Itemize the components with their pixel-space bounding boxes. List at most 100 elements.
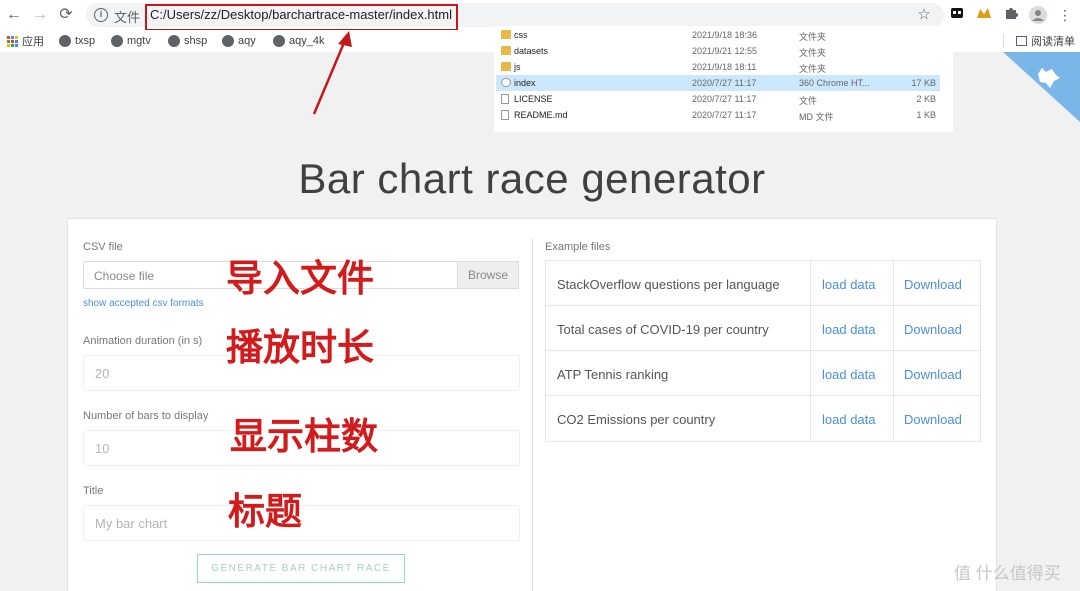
file-type: 文件 [799,96,818,106]
file-size: 2 KB [916,94,936,104]
title-placeholder: My bar chart [95,516,168,531]
download-link[interactable]: Download [893,261,980,305]
file-type: 文件夹 [799,32,827,42]
file-size: 1 KB [916,110,936,120]
file-date: 2020/7/27 11:17 [692,94,757,104]
reading-list-icon [1016,36,1027,46]
bookmark-shsp[interactable]: shsp [168,34,207,48]
profile-avatar-icon[interactable] [1029,6,1047,24]
bars-count-label: Number of bars to display [83,410,209,422]
folder-icon [501,62,511,71]
page-title: Bar chart race generator [298,155,766,202]
globe-icon [222,35,234,47]
bookmark-star-icon[interactable]: ☆ [915,6,933,24]
bookmark-aqy[interactable]: aqy [222,34,256,48]
file-row-readme[interactable]: README.md 2020/7/27 11:17 MD 文件 1 KB [496,107,940,123]
annotation-import-file: 导入文件 [226,256,374,300]
table-row: CO2 Emissions per country load data Down… [546,396,980,441]
apps-grid-icon [7,35,18,47]
download-link[interactable]: Download [893,306,980,350]
example-name: StackOverflow questions per language [557,277,780,292]
example-name: ATP Tennis ranking [557,367,669,382]
file-size: 17 KB [911,78,936,88]
duration-value: 20 [95,366,110,381]
file-row-css[interactable]: css 2021/9/18 18:36 文件夹 [496,27,940,43]
csv-formats-link[interactable]: show accepted csv formats [83,298,204,309]
red-arrow-annotation [312,31,352,115]
column-divider [532,238,533,591]
load-data-link[interactable]: load data [810,261,893,305]
file-type: MD 文件 [799,112,834,122]
extension-2-icon[interactable] [975,6,993,24]
reading-list[interactable]: 阅读清单 [1003,34,1075,48]
load-data-link[interactable]: load data [810,396,893,440]
table-row: Total cases of COVID-19 per country load… [546,306,980,351]
annotation-title: 标题 [228,489,302,533]
watermark: 值 什么值得买 [954,564,1061,583]
reload-icon[interactable]: ⟳ [56,5,76,25]
back-icon[interactable]: ← [4,5,24,25]
browser-menu-icon[interactable]: ⋮ [1056,6,1074,24]
table-row: StackOverflow questions per language loa… [546,261,980,306]
file-type: 文件夹 [799,48,827,58]
table-row: ATP Tennis ranking load data Download [546,351,980,396]
example-name: CO2 Emissions per country [557,412,716,427]
bookmark-label: txsp [75,35,96,47]
download-link[interactable]: Download [893,396,980,440]
csv-file-placeholder: Choose file [94,269,155,283]
file-name: README.md [514,110,568,120]
example-files-table: StackOverflow questions per language loa… [545,260,981,442]
globe-icon [273,35,285,47]
globe-icon [111,35,123,47]
file-explorer-panel: css 2021/9/18 18:36 文件夹 datasets 2021/9/… [494,26,953,132]
load-data-link[interactable]: load data [810,351,893,395]
github-octocat-icon[interactable] [1034,64,1062,90]
load-data-link[interactable]: load data [810,306,893,350]
download-link[interactable]: Download [893,351,980,395]
reading-list-label: 阅读清单 [1031,36,1075,48]
file-date: 2020/7/27 11:17 [692,78,757,88]
folder-icon [501,46,511,55]
example-files-label: Example files [545,241,611,253]
file-row-js[interactable]: js 2021/9/18 18:11 文件夹 [496,59,940,75]
bookmark-mgtv[interactable]: mgtv [111,34,151,48]
annotation-duration: 播放时长 [226,325,374,369]
file-row-datasets[interactable]: datasets 2021/9/21 12:55 文件夹 [496,43,940,59]
generate-button[interactable]: GENERATE BAR CHART RACE [197,554,405,583]
file-name: js [514,62,521,72]
bookmark-label: shsp [184,35,208,47]
info-icon[interactable]: i [94,8,108,22]
bookmark-txsp[interactable]: txsp [59,34,95,48]
globe-icon [168,35,180,47]
file-type: 文件夹 [799,64,827,74]
file-row-license[interactable]: LICENSE 2020/7/27 11:17 文件 2 KB [496,91,940,107]
file-row-index[interactable]: index 2020/7/27 11:17 360 Chrome HT... 1… [496,75,940,91]
extensions-puzzle-icon[interactable] [1002,6,1020,24]
bookmark-label: mgtv [127,35,151,47]
file-icon [501,110,509,120]
globe-icon [59,35,71,47]
extension-1-icon[interactable] [948,6,966,24]
bars-count-value: 10 [95,441,110,456]
bookmark-label: 应用 [22,36,44,48]
example-name: Total cases of COVID-19 per country [557,322,769,337]
file-icon [501,94,509,104]
file-type: 360 Chrome HT... [799,78,870,88]
file-name: datasets [514,46,549,56]
file-date: 2021/9/18 18:11 [692,62,757,72]
file-name: index [514,78,536,88]
title-label: Title [83,485,104,497]
file-date: 2021/9/21 12:55 [692,46,758,56]
forward-icon[interactable]: → [30,5,50,25]
file-name: LICENSE [514,94,553,104]
file-date: 2021/9/18 18:36 [692,30,758,40]
browse-button[interactable]: Browse [457,261,519,289]
duration-label: Animation duration (in s) [83,335,203,347]
annotation-bar-count: 显示柱数 [230,414,378,458]
url-highlight-box [145,4,458,31]
csv-file-label: CSV file [83,241,123,253]
bookmark-apps[interactable]: 应用 [7,34,44,48]
file-date: 2020/7/27 11:17 [692,110,757,120]
bookmark-label: aqy [238,35,256,47]
scheme-label: 文件 [114,10,141,25]
